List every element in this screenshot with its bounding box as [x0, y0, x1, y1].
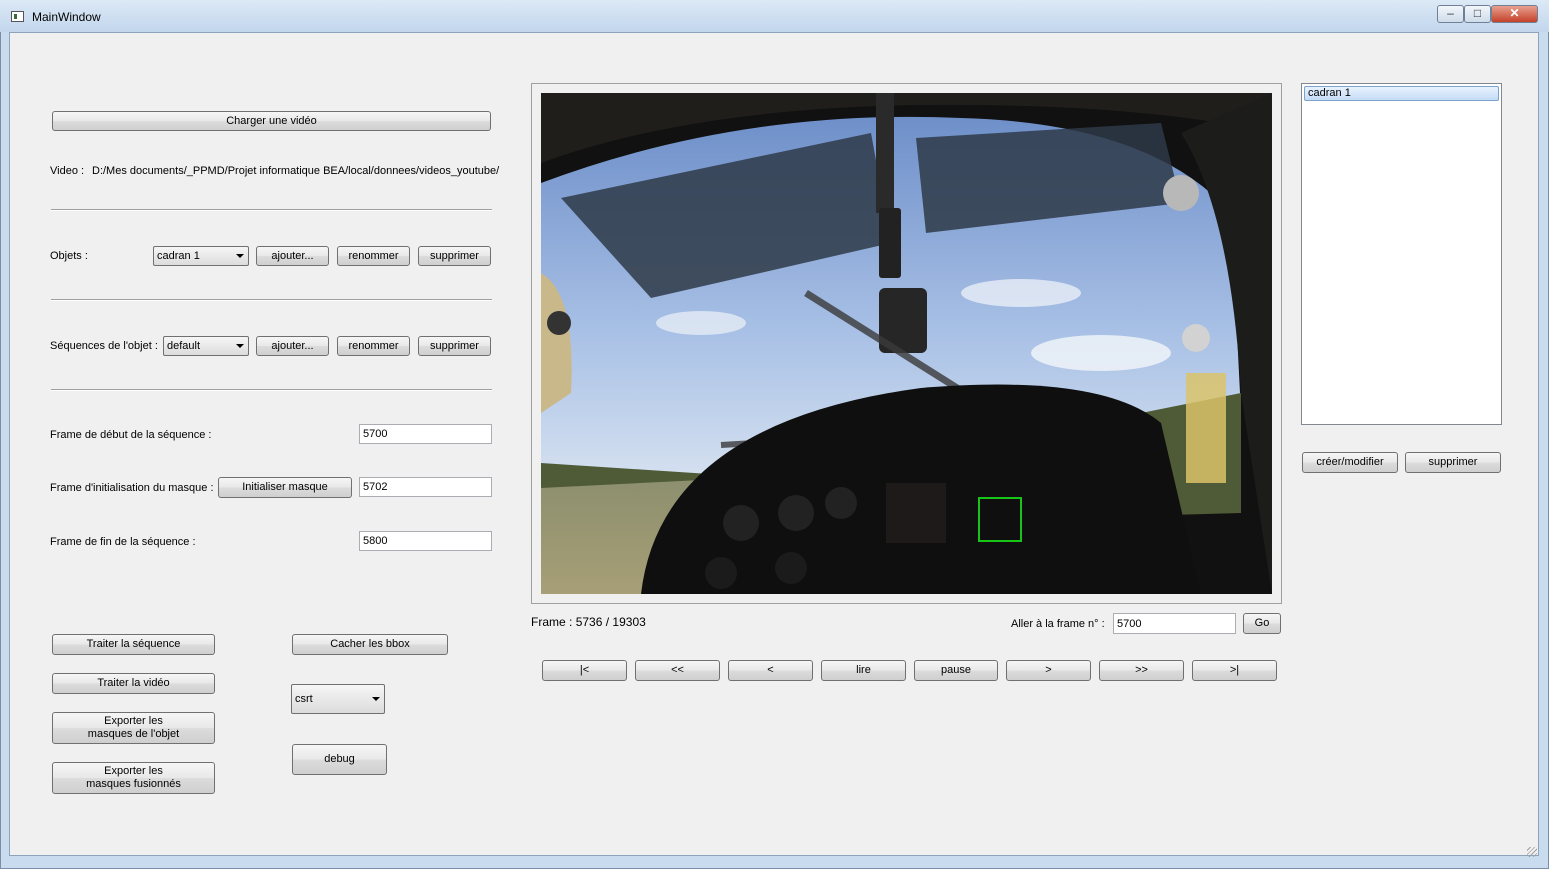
pause-button[interactable]: pause [914, 660, 998, 681]
process-sequence-button[interactable]: Traiter la séquence [52, 634, 215, 655]
first-frame-button[interactable]: |< [542, 660, 627, 681]
divider [51, 299, 492, 301]
rename-object-button[interactable]: renommer [337, 246, 410, 266]
add-object-button[interactable]: ajouter... [256, 246, 329, 266]
video-path: D:/Mes documents/_PPMD/Projet informatiq… [92, 165, 500, 177]
divider [51, 389, 492, 391]
init-frame-input[interactable]: 5702 [359, 477, 492, 497]
minimize-button[interactable]: ‒ [1437, 5, 1464, 23]
sequences-select-value: default [167, 340, 201, 352]
export-object-masks-line2: masques de l'objet [87, 728, 180, 740]
sequences-label: Séquences de l'objet : [50, 340, 158, 352]
chevron-down-icon [236, 344, 244, 348]
rename-sequence-button[interactable]: renommer [337, 336, 410, 356]
goto-frame-input[interactable]: 5700 [1113, 613, 1236, 634]
end-frame-input[interactable]: 5800 [359, 531, 492, 551]
delete-object-button[interactable]: supprimer [418, 246, 491, 266]
tracker-select-value: csrt [295, 693, 313, 705]
process-video-button[interactable]: Traiter la vidéo [52, 673, 215, 694]
export-fused-masks-line1: Exporter les [104, 765, 163, 777]
chevron-down-icon [236, 254, 244, 258]
load-video-button[interactable]: Charger une vidéo [52, 111, 491, 131]
divider [51, 209, 492, 211]
create-modify-button[interactable]: créer/modifier [1302, 452, 1398, 473]
start-frame-input[interactable]: 5700 [359, 424, 492, 444]
app-icon [11, 11, 24, 22]
list-item[interactable]: cadran 1 [1304, 86, 1499, 101]
init-frame-label: Frame d'initialisation du masque : [50, 482, 214, 494]
delete-mask-button[interactable]: supprimer [1405, 452, 1501, 473]
sequences-select[interactable]: default [163, 336, 249, 356]
step-backward-button[interactable]: < [728, 660, 813, 681]
frame-total: 19303 [612, 615, 646, 629]
frame-label: Frame : [531, 615, 573, 629]
step-forward-button[interactable]: > [1006, 660, 1091, 681]
resize-grip-icon[interactable] [1527, 847, 1537, 857]
cockpit-video-frame [541, 93, 1272, 594]
debug-button[interactable]: debug [292, 744, 387, 775]
last-frame-button[interactable]: >| [1192, 660, 1277, 681]
objects-select-value: cadran 1 [157, 250, 200, 262]
maximize-button[interactable]: □ [1464, 5, 1491, 23]
masks-list[interactable]: cadran 1 [1301, 83, 1502, 425]
init-mask-button[interactable]: Initialiser masque [218, 477, 352, 498]
export-object-masks-button[interactable]: Exporter les masques de l'objet [52, 712, 215, 744]
hide-bbox-button[interactable]: Cacher les bbox [292, 634, 448, 655]
go-button[interactable]: Go [1243, 613, 1281, 634]
chevron-down-icon [372, 697, 380, 701]
close-button[interactable]: ✕ [1491, 5, 1538, 23]
frame-current: 5736 [575, 615, 603, 629]
start-frame-label: Frame de début de la séquence : [50, 429, 212, 441]
end-frame-label: Frame de fin de la séquence : [50, 536, 196, 548]
frame-counter: Frame : 5736 / 19303 [531, 615, 646, 629]
video-display[interactable] [541, 93, 1272, 594]
goto-frame-label: Aller à la frame n° : [1011, 618, 1105, 630]
fast-backward-button[interactable]: << [635, 660, 720, 681]
title-bar[interactable]: MainWindow ‒ □ ✕ [0, 0, 1549, 32]
window-title: MainWindow [32, 10, 101, 24]
fast-forward-button[interactable]: >> [1099, 660, 1184, 681]
objects-label: Objets : [50, 250, 88, 262]
add-sequence-button[interactable]: ajouter... [256, 336, 329, 356]
export-object-masks-line1: Exporter les [104, 715, 163, 727]
delete-sequence-button[interactable]: supprimer [418, 336, 491, 356]
export-fused-masks-line2: masques fusionnés [86, 778, 181, 790]
play-button[interactable]: lire [821, 660, 906, 681]
tracker-select[interactable]: csrt [291, 684, 385, 714]
video-label: Video : [50, 165, 85, 177]
objects-select[interactable]: cadran 1 [153, 246, 249, 266]
frame-separator: / [605, 615, 610, 629]
export-fused-masks-button[interactable]: Exporter les masques fusionnés [52, 762, 215, 794]
